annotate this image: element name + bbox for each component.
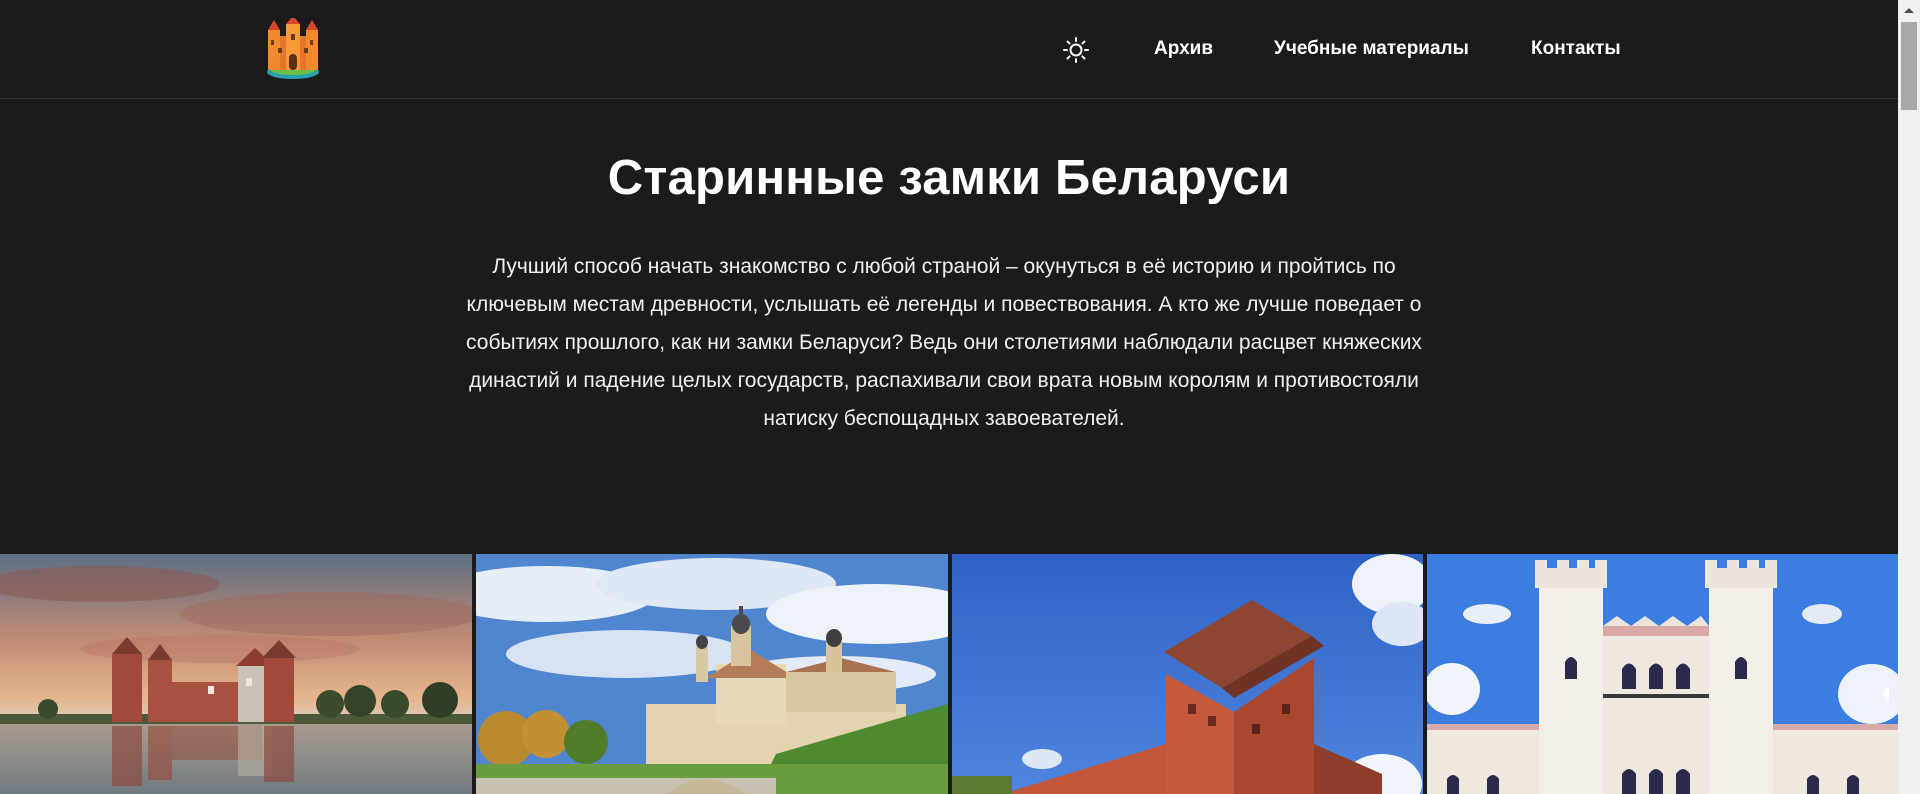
sun-icon[interactable] <box>1062 36 1090 64</box>
page-title: Старинные замки Беларуси <box>607 151 1291 205</box>
nav-archive-link[interactable]: Архив <box>1154 38 1213 60</box>
kossovo-palace-photo <box>1427 554 1898 794</box>
castle-gallery <box>0 554 1898 794</box>
scrollbar-thumb[interactable] <box>1901 22 1917 110</box>
page: Архив Учебные материалы Контакты Старинн… <box>0 0 1920 794</box>
nesvizh-castle-photo <box>476 554 948 794</box>
castle-logo-icon[interactable] <box>264 16 322 80</box>
nav-materials-link[interactable]: Учебные материалы <box>1274 38 1469 60</box>
scroll-up-icon[interactable] <box>1898 0 1920 20</box>
gallery-card-kossovo[interactable] <box>1427 554 1898 794</box>
mir-castle-photo <box>0 554 472 794</box>
gallery-card-mir[interactable] <box>0 554 472 794</box>
nav-contacts-link[interactable]: Контакты <box>1531 38 1621 60</box>
lida-castle-tower-photo <box>952 554 1423 794</box>
gallery-card-nesvizh[interactable] <box>476 554 948 794</box>
gallery-card-lida[interactable] <box>952 554 1423 794</box>
site-header: Архив Учебные материалы Контакты <box>0 0 1898 99</box>
page-scrollbar[interactable] <box>1898 0 1920 794</box>
intro-paragraph: Лучший способ начать знакомство с любой … <box>466 255 1422 430</box>
